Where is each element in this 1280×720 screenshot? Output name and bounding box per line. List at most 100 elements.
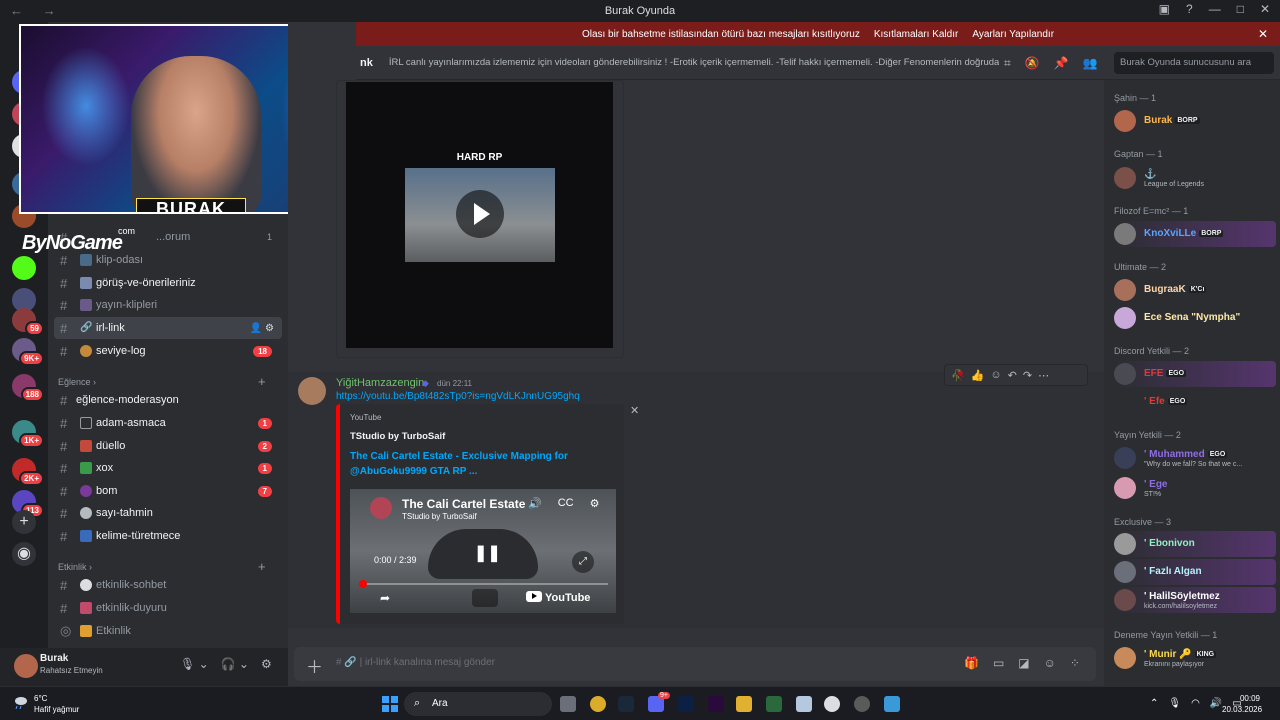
channel-item-etkinlik[interactable]: ◎ Etkinlik: [54, 620, 282, 642]
task-view-icon[interactable]: [560, 696, 576, 712]
search-input[interactable]: Burak Oyunda sunucusunu ara: [1114, 52, 1274, 74]
file-explorer-icon[interactable]: [736, 696, 752, 712]
close-icon[interactable]: ✕: [630, 404, 639, 417]
member-item[interactable]: Burak BORP: [1112, 108, 1276, 134]
user-name[interactable]: Burak: [40, 653, 68, 664]
emoji-icon[interactable]: ☺: [1044, 656, 1056, 670]
captions-icon[interactable]: CC: [558, 497, 574, 510]
category-eglence[interactable]: Eğlence › +: [58, 374, 266, 389]
microphone-icon[interactable]: 🎙: [1168, 698, 1181, 709]
pin-icon[interactable]: 📌: [1054, 56, 1069, 71]
weather-condition[interactable]: Hafif yağmur: [34, 705, 79, 714]
steam-icon[interactable]: [618, 696, 634, 712]
add-server-icon[interactable]: +: [12, 510, 36, 534]
member-item[interactable]: ' Efe EGO: [1112, 389, 1276, 415]
forward-icon[interactable]: ↷: [1023, 369, 1032, 382]
reaction-icon[interactable]: 🥀: [951, 369, 965, 382]
chatgpt-icon[interactable]: [824, 696, 840, 712]
channel-settings-icon[interactable]: 👤 ⚙: [250, 323, 274, 334]
microphone-icon[interactable]: 🎙 ⌄: [180, 657, 209, 671]
discord-icon[interactable]: 9+: [648, 692, 670, 712]
close-icon[interactable]: ✕: [1258, 27, 1268, 41]
remove-restrictions-button[interactable]: Kısıtlamaları Kaldır: [874, 29, 958, 40]
members-icon[interactable]: 👥: [1083, 56, 1098, 71]
server-icon[interactable]: 2K+: [12, 458, 44, 486]
member-item[interactable]: EFE EGO: [1112, 361, 1276, 387]
thumbs-up-icon[interactable]: 👍: [971, 369, 985, 382]
taskbar-search[interactable]: ⌕ Ara: [404, 692, 552, 716]
chrome-icon[interactable]: [590, 696, 606, 712]
channel-item-etkinlik-sohbet[interactable]: # etkinlik-sohbet: [54, 574, 282, 596]
miniplayer-icon[interactable]: [472, 589, 498, 607]
gift-icon[interactable]: 🎁: [964, 656, 979, 670]
mute-icon[interactable]: 🔕: [1025, 56, 1040, 71]
more-icon[interactable]: ⋯: [1038, 369, 1049, 382]
headphones-icon[interactable]: 🎧 ⌄: [221, 657, 249, 671]
channel-item-gorus[interactable]: # görüş-ve-önerileriniz: [54, 272, 282, 294]
premiere-icon[interactable]: [708, 696, 724, 712]
message-link[interactable]: https://youtu.be/Bp8t482sTp0?is=ngVdLKJn…: [336, 391, 580, 402]
photos-icon[interactable]: [884, 696, 900, 712]
apps-icon[interactable]: ⁘: [1070, 656, 1080, 670]
channel-topic[interactable]: İRL canlı yayınlarımızda izlememiz için …: [389, 57, 999, 68]
server-icon[interactable]: 59: [12, 308, 44, 336]
member-item[interactable]: KnoXviLLe BORP: [1112, 221, 1276, 247]
gif-icon[interactable]: ▭: [993, 656, 1004, 670]
channel-item-xox[interactable]: # xox 1: [54, 457, 282, 479]
chevron-up-icon[interactable]: ⌃: [1150, 698, 1158, 709]
minimize-button[interactable]: —: [1209, 2, 1221, 16]
member-item[interactable]: ' Munir 🔑 KING Ekranını paylaşıyor: [1112, 645, 1276, 671]
member-item[interactable]: ' Muhammed EGO "Why do we fall? So that w…: [1112, 445, 1276, 471]
channel-item-seviye-log[interactable]: # seviye-log 18: [54, 340, 282, 362]
weather-temp[interactable]: 6°C: [34, 694, 47, 703]
obs-icon[interactable]: [854, 696, 870, 712]
reply-icon[interactable]: ↶: [1008, 369, 1017, 382]
sticker-icon[interactable]: ◪: [1018, 656, 1029, 670]
channel-avatar[interactable]: [370, 497, 392, 519]
member-item[interactable]: Ece Sena "Nympha": [1112, 305, 1276, 331]
server-icon[interactable]: 1K+: [12, 420, 44, 448]
maximize-button[interactable]: □: [1237, 2, 1244, 16]
inbox-icon[interactable]: ▣: [1159, 2, 1170, 16]
volume-icon[interactable]: 🔊: [1210, 698, 1222, 709]
windows-start-icon[interactable]: [382, 696, 398, 712]
wifi-icon[interactable]: ◠: [1191, 698, 1200, 709]
progress-bar[interactable]: [359, 580, 608, 588]
member-item[interactable]: ⚓ League of Legends: [1112, 165, 1276, 191]
member-item[interactable]: ' Ebonivon: [1112, 531, 1276, 557]
taskbar-clock[interactable]: 00:09 20.03.2026: [1222, 693, 1262, 715]
avatar[interactable]: [14, 654, 38, 678]
channel-item-sayi-tahmin[interactable]: # sayı-tahmin: [54, 502, 282, 524]
server-icon[interactable]: 188: [12, 374, 44, 402]
member-item[interactable]: ' HalilSöyletmez kick.com/halilsoyletmez: [1112, 587, 1276, 613]
channel-item-irl-link[interactable]: # 🔗 irl-link 👤 ⚙: [54, 317, 282, 339]
video-player[interactable]: HARD RP: [346, 82, 613, 348]
discover-icon[interactable]: ◉: [12, 542, 36, 566]
settings-icon[interactable]: [796, 696, 812, 712]
server-icon[interactable]: 9K+: [12, 338, 44, 366]
channel-item-etkinlik-duyuru[interactable]: # etkinlik-duyuru: [54, 597, 282, 619]
threads-icon[interactable]: ⌗: [1004, 56, 1011, 71]
youtube-player[interactable]: The Cali Cartel Estate TStudio by TurboS…: [350, 489, 616, 613]
avatar[interactable]: [298, 377, 326, 405]
expand-icon[interactable]: ⤢: [572, 551, 594, 573]
channel-item-bom[interactable]: # bom 7: [54, 480, 282, 502]
channel-item-eglence-moderasyon[interactable]: # eğlence-moderasyon: [54, 389, 282, 411]
photoshop-icon[interactable]: [678, 696, 694, 712]
embed-author[interactable]: TStudio by TurboSaif: [350, 431, 445, 442]
kick-server-icon[interactable]: [12, 256, 36, 280]
member-item[interactable]: ' Ege ST!%: [1112, 475, 1276, 501]
embed-title[interactable]: The Cali Cartel Estate - Exclusive Mappi…: [350, 449, 580, 479]
add-reaction-icon[interactable]: ☺: [990, 369, 1001, 381]
add-channel-icon[interactable]: +: [258, 374, 266, 389]
category-etkinlik[interactable]: Etkinlik › +: [58, 559, 266, 574]
progress-handle[interactable]: [359, 580, 367, 588]
gear-icon[interactable]: ⚙: [590, 497, 600, 510]
configure-settings-button[interactable]: Ayarları Yapılandır: [972, 29, 1054, 40]
message-author[interactable]: YiğitHamzazengin: [336, 377, 424, 389]
member-item[interactable]: ' Fazlı Algan: [1112, 559, 1276, 585]
share-icon[interactable]: ➦: [380, 591, 390, 605]
channel-item-duello[interactable]: # düello 2: [54, 435, 282, 457]
play-icon[interactable]: [456, 190, 504, 238]
volume-icon[interactable]: 🔊: [528, 497, 542, 510]
